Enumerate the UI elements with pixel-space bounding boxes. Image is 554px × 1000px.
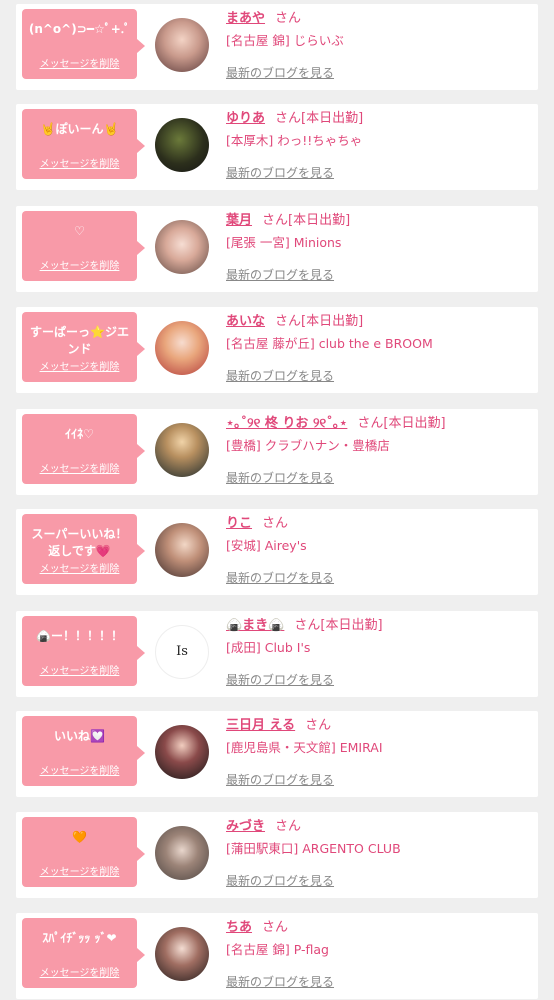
status-badge: [本日出勤] (301, 314, 364, 329)
delete-message-link[interactable]: メッセージを削除 (22, 257, 137, 272)
cast-name-link[interactable]: ちあ (226, 920, 252, 935)
avatar[interactable] (155, 220, 209, 274)
latest-blog-link[interactable]: 最新のブログを見る (226, 569, 334, 586)
honorific: さん (262, 920, 289, 935)
latest-blog-link[interactable]: 最新のブログを見る (226, 469, 334, 486)
avatar[interactable] (155, 927, 209, 981)
message-text: 🤘ぽいーん🤘 (40, 122, 119, 136)
shop-label: [豊橋] クラブハナン・豊橋店 (226, 438, 390, 453)
message-bubble: (n^o^)⊃━☆ﾟ+.ﾟ メッセージを削除 (22, 9, 145, 79)
list-item: ｽﾊﾟｲﾁﾞｯｯ ｯﾞ❤ メッセージを削除 ちあ さん [名古屋 錦] P-fla… (16, 913, 538, 999)
cast-name-link[interactable]: ⋆｡˚୨୧ 柊 りお ୨୧˚｡⋆ (226, 416, 347, 431)
honorific: さん (294, 618, 321, 633)
message-bubble: ｲｲﾈ♡ メッセージを削除 (22, 414, 145, 484)
shop-label: [成田] Club I's (226, 640, 311, 655)
shop-label: [鹿児島県・天文館] EMIRAI (226, 740, 383, 755)
honorific: さん (262, 213, 289, 228)
delete-message-link[interactable]: メッセージを削除 (22, 762, 137, 777)
avatar[interactable] (155, 118, 209, 172)
shop-label: [名古屋 錦] じらいぶ (226, 33, 344, 48)
latest-blog-link[interactable]: 最新のブログを見る (226, 64, 334, 81)
status-badge: [本日出勤] (383, 416, 446, 431)
cast-name-link[interactable]: ゆりあ (226, 111, 265, 126)
message-text: ♡ (74, 224, 85, 238)
cast-name-link[interactable]: まあや (226, 11, 265, 26)
message-bubble: 🍙ー！！！！！ メッセージを削除 (22, 616, 145, 686)
honorific: さん (262, 516, 289, 531)
latest-blog-link[interactable]: 最新のブログを見る (226, 771, 334, 788)
shop-label: [蒲田駅東口] ARGENTO CLUB (226, 841, 401, 856)
list-item: いいね💟 メッセージを削除 三日月 える さん [鹿児島県・天文館] EMIRAI… (16, 711, 538, 797)
list-item: 🍙ー！！！！！ メッセージを削除 Is 🍙まき🍙 さん[本日出勤] [成田] Cl… (16, 611, 538, 697)
delete-message-link[interactable]: メッセージを削除 (22, 662, 137, 677)
delete-message-link[interactable]: メッセージを削除 (22, 55, 137, 70)
shop-label: [尾張 一宮] Minions (226, 235, 342, 250)
list-item: (n^o^)⊃━☆ﾟ+.ﾟ メッセージを削除 まあや さん [名古屋 錦] じらい… (16, 4, 538, 90)
delete-message-link[interactable]: メッセージを削除 (22, 155, 137, 170)
avatar[interactable] (155, 725, 209, 779)
delete-message-link[interactable]: メッセージを削除 (22, 964, 137, 979)
delete-message-link[interactable]: メッセージを削除 (22, 358, 137, 373)
avatar[interactable]: Is (155, 625, 209, 679)
shop-label: [名古屋 藤が丘] club the e BROOM (226, 336, 433, 351)
list-item: ｲｲﾈ♡ メッセージを削除 ⋆｡˚୨୧ 柊 りお ୨୧˚｡⋆ さん[本日出勤] [… (16, 409, 538, 495)
latest-blog-link[interactable]: 最新のブログを見る (226, 872, 334, 889)
avatar[interactable] (155, 523, 209, 577)
message-text: いいね💟 (54, 729, 105, 743)
message-bubble: ♡ メッセージを削除 (22, 211, 145, 281)
message-text: (n^o^)⊃━☆ﾟ+.ﾟ (28, 22, 131, 36)
message-text: 🧡 (72, 830, 87, 844)
message-text: ｽﾊﾟｲﾁﾞｯｯ ｯﾞ❤ (42, 931, 117, 945)
message-bubble: 🧡 メッセージを削除 (22, 817, 145, 887)
message-text: ｲｲﾈ♡ (65, 427, 94, 441)
honorific: さん (275, 11, 302, 26)
delete-message-link[interactable]: メッセージを削除 (22, 460, 137, 475)
club-logo: Is (176, 644, 188, 659)
cast-name-link[interactable]: みづき (226, 819, 265, 834)
latest-blog-link[interactable]: 最新のブログを見る (226, 671, 334, 688)
message-text: スーパーいいね！返しです💗 (31, 527, 128, 558)
shop-label: [名古屋 錦] P-flag (226, 942, 329, 957)
avatar[interactable] (155, 423, 209, 477)
delete-message-link[interactable]: メッセージを削除 (22, 863, 137, 878)
avatar[interactable] (155, 826, 209, 880)
delete-message-link[interactable]: メッセージを削除 (22, 560, 137, 575)
message-text: 🍙ー！！！！！ (36, 629, 123, 643)
cast-name-link[interactable]: あいな (226, 314, 265, 329)
status-badge: [本日出勤] (320, 618, 383, 633)
honorific: さん (275, 111, 302, 126)
honorific: さん (275, 819, 302, 834)
status-badge: [本日出勤] (301, 111, 364, 126)
cast-name-link[interactable]: 葉月 (226, 213, 252, 228)
message-bubble: ｽﾊﾟｲﾁﾞｯｯ ｯﾞ❤ メッセージを削除 (22, 918, 145, 988)
honorific: さん (357, 416, 384, 431)
avatar[interactable] (155, 321, 209, 375)
cast-name-link[interactable]: 🍙まき🍙 (226, 618, 284, 633)
cast-name-link[interactable]: 三日月 える (226, 718, 295, 733)
list-item: すーぱーっ⭐ジエンド メッセージを削除 あいな さん[本日出勤] [名古屋 藤が丘… (16, 307, 538, 393)
honorific: さん (275, 314, 302, 329)
shop-label: [本厚木] わっ!!ちゃちゃ (226, 133, 363, 148)
list-item: ♡ メッセージを削除 葉月 さん[本日出勤] [尾張 一宮] Minions 最新… (16, 206, 538, 292)
honorific: さん (305, 718, 332, 733)
list-item: 🤘ぽいーん🤘 メッセージを削除 ゆりあ さん[本日出勤] [本厚木] わっ!!ちゃ… (16, 104, 538, 190)
message-bubble: すーぱーっ⭐ジエンド メッセージを削除 (22, 312, 145, 382)
list-item: スーパーいいね！返しです💗 メッセージを削除 りこ さん [安城] Airey's… (16, 509, 538, 595)
latest-blog-link[interactable]: 最新のブログを見る (226, 164, 334, 181)
status-badge: [本日出勤] (288, 213, 351, 228)
latest-blog-link[interactable]: 最新のブログを見る (226, 266, 334, 283)
message-text: すーぱーっ⭐ジエンド (30, 325, 129, 356)
latest-blog-link[interactable]: 最新のブログを見る (226, 973, 334, 990)
avatar[interactable] (155, 18, 209, 72)
message-bubble: いいね💟 メッセージを削除 (22, 716, 145, 786)
message-bubble: スーパーいいね！返しです💗 メッセージを削除 (22, 514, 145, 584)
latest-blog-link[interactable]: 最新のブログを見る (226, 367, 334, 384)
cast-name-link[interactable]: りこ (226, 516, 252, 531)
message-bubble: 🤘ぽいーん🤘 メッセージを削除 (22, 109, 145, 179)
shop-label: [安城] Airey's (226, 538, 307, 553)
list-item: 🧡 メッセージを削除 みづき さん [蒲田駅東口] ARGENTO CLUB 最新… (16, 812, 538, 898)
